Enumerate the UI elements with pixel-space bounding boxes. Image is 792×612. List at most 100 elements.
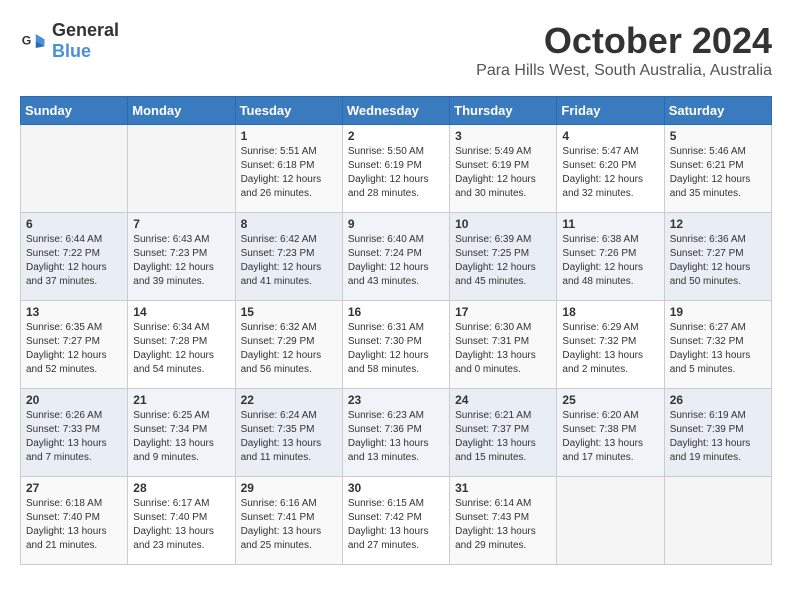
day-number: 19 xyxy=(670,305,766,319)
calendar-cell: 8 Sunrise: 6:42 AMSunset: 7:23 PMDaylight… xyxy=(235,213,342,301)
calendar-cell: 31 Sunrise: 6:14 AMSunset: 7:43 PMDayligh… xyxy=(450,477,557,565)
day-number: 14 xyxy=(133,305,229,319)
day-info: Sunrise: 6:14 AMSunset: 7:43 PMDaylight:… xyxy=(455,497,551,553)
day-info: Sunrise: 6:17 AMSunset: 7:40 PMDaylight:… xyxy=(133,497,229,553)
day-number: 25 xyxy=(562,393,658,407)
day-info: Sunrise: 6:30 AMSunset: 7:31 PMDaylight:… xyxy=(455,321,551,377)
calendar-cell xyxy=(557,477,664,565)
calendar-cell: 10Sunrise: 6:39 AMSunset: 7:25 PMDayligh… xyxy=(450,213,557,301)
calendar-cell: 17 Sunrise: 6:30 AMSunset: 7:31 PMDayligh… xyxy=(450,301,557,389)
weekday-header: Friday xyxy=(557,97,664,125)
day-number: 29 xyxy=(241,481,337,495)
calendar-cell xyxy=(664,477,771,565)
day-info: Sunrise: 6:40 AMSunset: 7:24 PMDaylight:… xyxy=(348,233,444,289)
day-info: Sunrise: 6:38 AMSunset: 7:26 PMDaylight:… xyxy=(562,233,658,289)
logo-blue: Blue xyxy=(52,41,91,61)
calendar-cell: 19Sunrise: 6:27 AMSunset: 7:32 PMDayligh… xyxy=(664,301,771,389)
day-number: 18 xyxy=(562,305,658,319)
day-number: 7 xyxy=(133,217,229,231)
day-info: Sunrise: 6:19 AMSunset: 7:39 PMDaylight:… xyxy=(670,409,766,465)
day-number: 17 xyxy=(455,305,551,319)
day-info: Sunrise: 6:32 AMSunset: 7:29 PMDaylight:… xyxy=(241,321,337,377)
day-number: 6 xyxy=(26,217,122,231)
day-info: Sunrise: 6:31 AMSunset: 7:30 PMDaylight:… xyxy=(348,321,444,377)
day-number: 20 xyxy=(26,393,122,407)
day-number: 27 xyxy=(26,481,122,495)
day-info: Sunrise: 6:25 AMSunset: 7:34 PMDaylight:… xyxy=(133,409,229,465)
calendar-cell: 6 Sunrise: 6:44 AMSunset: 7:22 PMDaylight… xyxy=(21,213,128,301)
day-info: Sunrise: 6:21 AMSunset: 7:37 PMDaylight:… xyxy=(455,409,551,465)
day-info: Sunrise: 6:18 AMSunset: 7:40 PMDaylight:… xyxy=(26,497,122,553)
day-number: 22 xyxy=(241,393,337,407)
calendar-cell: 1Sunrise: 5:51 AMSunset: 6:18 PMDaylight… xyxy=(235,125,342,213)
day-info: Sunrise: 6:23 AMSunset: 7:36 PMDaylight:… xyxy=(348,409,444,465)
weekday-header: Tuesday xyxy=(235,97,342,125)
day-info: Sunrise: 6:15 AMSunset: 7:42 PMDaylight:… xyxy=(348,497,444,553)
calendar-cell: 16 Sunrise: 6:31 AMSunset: 7:30 PMDayligh… xyxy=(342,301,449,389)
day-info: Sunrise: 6:36 AMSunset: 7:27 PMDaylight:… xyxy=(670,233,766,289)
calendar-week-row: 27 Sunrise: 6:18 AMSunset: 7:40 PMDayligh… xyxy=(21,477,772,565)
day-number: 16 xyxy=(348,305,444,319)
day-number: 3 xyxy=(455,129,551,143)
calendar-cell xyxy=(21,125,128,213)
calendar-cell: 22 Sunrise: 6:24 AMSunset: 7:35 PMDayligh… xyxy=(235,389,342,477)
day-number: 1 xyxy=(241,129,337,143)
calendar-cell: 30Sunrise: 6:15 AMSunset: 7:42 PMDayligh… xyxy=(342,477,449,565)
weekday-header: Wednesday xyxy=(342,97,449,125)
calendar-cell: 4 Sunrise: 5:47 AMSunset: 6:20 PMDaylight… xyxy=(557,125,664,213)
day-info: Sunrise: 6:29 AMSunset: 7:32 PMDaylight:… xyxy=(562,321,658,377)
calendar-cell: 3 Sunrise: 5:49 AMSunset: 6:19 PMDaylight… xyxy=(450,125,557,213)
weekday-header: Sunday xyxy=(21,97,128,125)
logo-icon: G xyxy=(20,27,48,55)
calendar-cell: 11 Sunrise: 6:38 AMSunset: 7:26 PMDayligh… xyxy=(557,213,664,301)
day-info: Sunrise: 6:20 AMSunset: 7:38 PMDaylight:… xyxy=(562,409,658,465)
day-number: 31 xyxy=(455,481,551,495)
calendar-cell: 5Sunrise: 5:46 AMSunset: 6:21 PMDaylight… xyxy=(664,125,771,213)
day-info: Sunrise: 6:34 AMSunset: 7:28 PMDaylight:… xyxy=(133,321,229,377)
calendar-cell: 20 Sunrise: 6:26 AMSunset: 7:33 PMDayligh… xyxy=(21,389,128,477)
calendar-cell: 28 Sunrise: 6:17 AMSunset: 7:40 PMDayligh… xyxy=(128,477,235,565)
calendar-cell: 18 Sunrise: 6:29 AMSunset: 7:32 PMDayligh… xyxy=(557,301,664,389)
calendar-cell: 23 Sunrise: 6:23 AMSunset: 7:36 PMDayligh… xyxy=(342,389,449,477)
day-info: Sunrise: 6:43 AMSunset: 7:23 PMDaylight:… xyxy=(133,233,229,289)
day-number: 12 xyxy=(670,217,766,231)
month-title: October 2024 xyxy=(476,20,772,62)
calendar-cell: 14 Sunrise: 6:34 AMSunset: 7:28 PMDayligh… xyxy=(128,301,235,389)
day-info: Sunrise: 5:49 AMSunset: 6:19 PMDaylight:… xyxy=(455,145,551,201)
day-number: 4 xyxy=(562,129,658,143)
calendar-cell: 2Sunrise: 5:50 AMSunset: 6:19 PMDaylight… xyxy=(342,125,449,213)
day-number: 13 xyxy=(26,305,122,319)
day-info: Sunrise: 6:42 AMSunset: 7:23 PMDaylight:… xyxy=(241,233,337,289)
day-number: 11 xyxy=(562,217,658,231)
day-number: 26 xyxy=(670,393,766,407)
calendar-cell: 21 Sunrise: 6:25 AMSunset: 7:34 PMDayligh… xyxy=(128,389,235,477)
location-title: Para Hills West, South Australia, Austra… xyxy=(476,62,772,80)
day-info: Sunrise: 6:39 AMSunset: 7:25 PMDaylight:… xyxy=(455,233,551,289)
weekday-header: Saturday xyxy=(664,97,771,125)
calendar-cell: 24 Sunrise: 6:21 AMSunset: 7:37 PMDayligh… xyxy=(450,389,557,477)
day-number: 23 xyxy=(348,393,444,407)
day-info: Sunrise: 6:35 AMSunset: 7:27 PMDaylight:… xyxy=(26,321,122,377)
day-info: Sunrise: 5:47 AMSunset: 6:20 PMDaylight:… xyxy=(562,145,658,201)
calendar-cell xyxy=(128,125,235,213)
day-number: 8 xyxy=(241,217,337,231)
day-number: 28 xyxy=(133,481,229,495)
day-number: 15 xyxy=(241,305,337,319)
title-block: October 2024 Para Hills West, South Aust… xyxy=(476,20,772,80)
svg-text:G: G xyxy=(22,34,32,48)
calendar-cell: 13 Sunrise: 6:35 AMSunset: 7:27 PMDayligh… xyxy=(21,301,128,389)
calendar-week-row: 13 Sunrise: 6:35 AMSunset: 7:27 PMDayligh… xyxy=(21,301,772,389)
page-header: G General Blue October 2024 Para Hills W… xyxy=(20,20,772,80)
calendar-cell: 7 Sunrise: 6:43 AMSunset: 7:23 PMDaylight… xyxy=(128,213,235,301)
day-info: Sunrise: 6:24 AMSunset: 7:35 PMDaylight:… xyxy=(241,409,337,465)
day-info: Sunrise: 6:44 AMSunset: 7:22 PMDaylight:… xyxy=(26,233,122,289)
day-number: 9 xyxy=(348,217,444,231)
day-info: Sunrise: 6:26 AMSunset: 7:33 PMDaylight:… xyxy=(26,409,122,465)
day-number: 24 xyxy=(455,393,551,407)
day-number: 21 xyxy=(133,393,229,407)
day-info: Sunrise: 6:16 AMSunset: 7:41 PMDaylight:… xyxy=(241,497,337,553)
calendar-cell: 25 Sunrise: 6:20 AMSunset: 7:38 PMDayligh… xyxy=(557,389,664,477)
weekday-header: Monday xyxy=(128,97,235,125)
calendar-cell: 29 Sunrise: 6:16 AMSunset: 7:41 PMDayligh… xyxy=(235,477,342,565)
day-info: Sunrise: 5:50 AMSunset: 6:19 PMDaylight:… xyxy=(348,145,444,201)
